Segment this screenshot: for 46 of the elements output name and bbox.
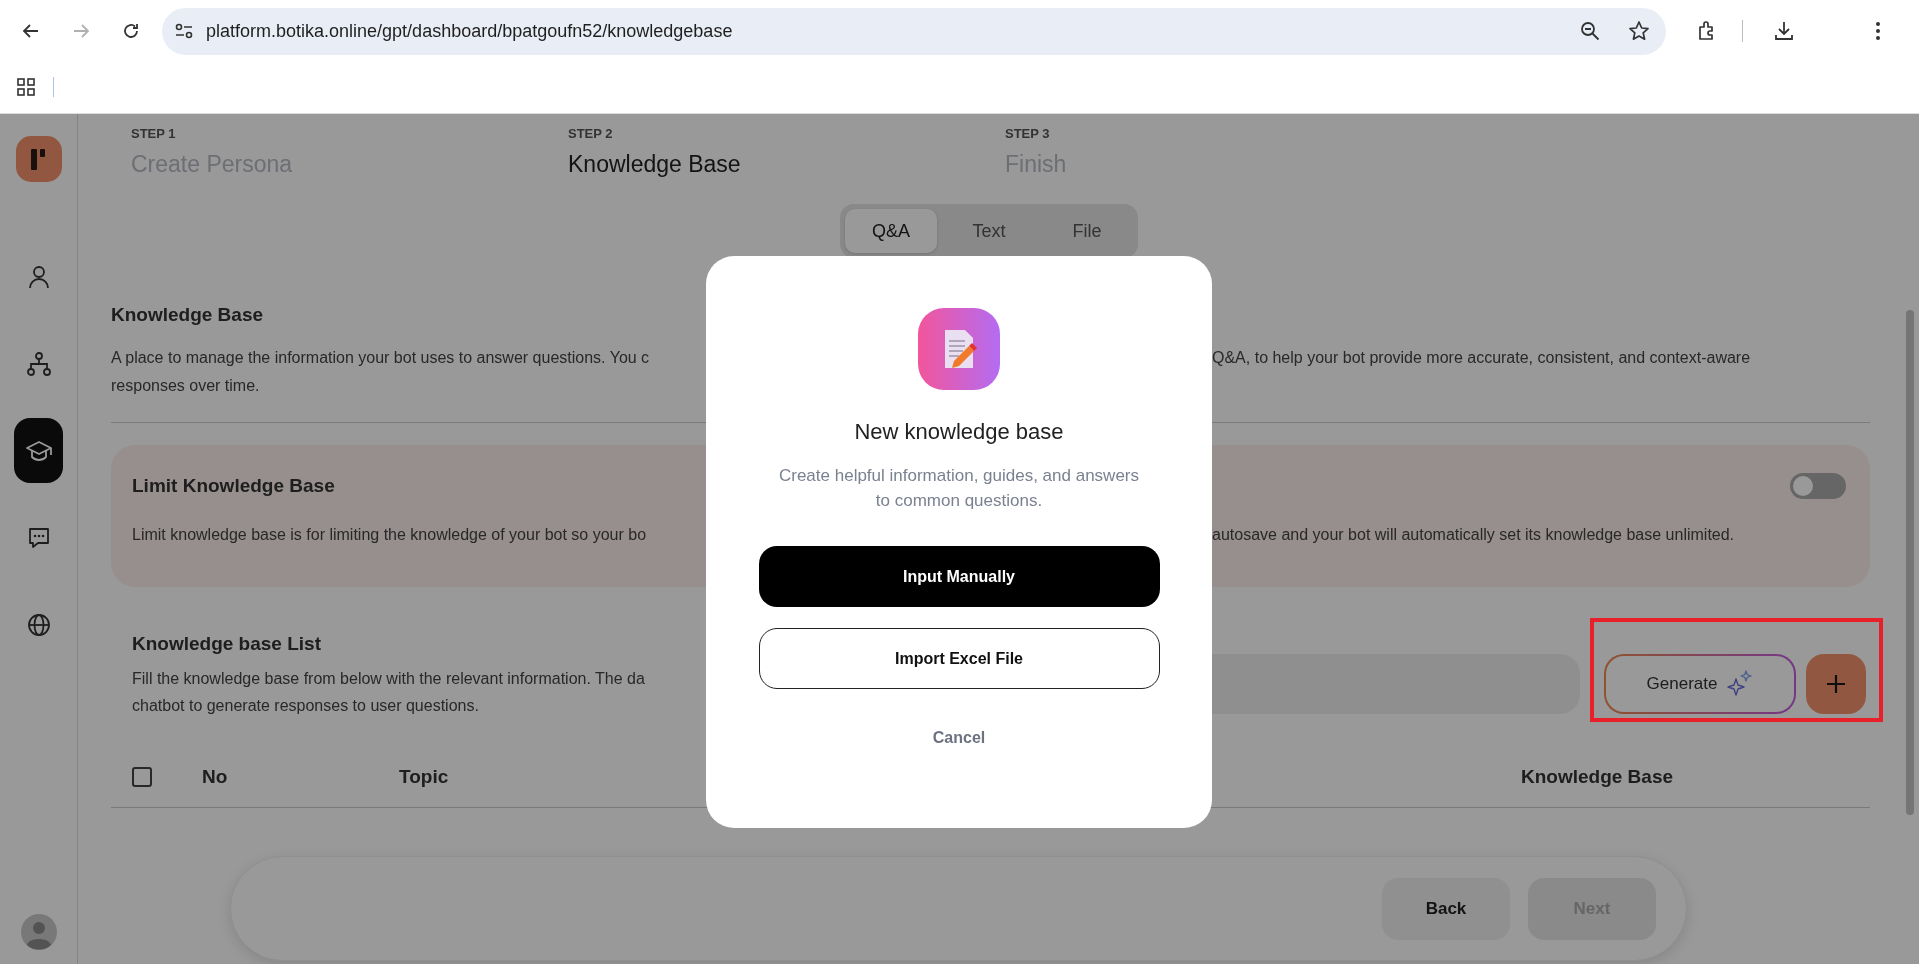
user-avatar[interactable] xyxy=(20,914,57,950)
description-text: chatbot to generate responses to user questions. xyxy=(132,696,479,716)
tab[interactable]: File xyxy=(1041,209,1133,253)
tab[interactable]: Text xyxy=(943,209,1035,253)
cancel-button[interactable]: Cancel xyxy=(932,729,986,747)
card-title: Limit Knowledge Base xyxy=(132,475,335,497)
limit-toggle[interactable] xyxy=(1790,473,1846,499)
app-logo[interactable] xyxy=(15,136,62,182)
menu-icon[interactable] xyxy=(1875,21,1881,41)
description-text: A place to manage the information your bot uses to answer questions. You c xyxy=(111,348,650,368)
description-text: Q&A, to help your bot provide more accurate, consistent, and context-aware xyxy=(1212,348,1751,368)
scrollbar-thumb[interactable] xyxy=(1906,310,1914,815)
site-settings-icon[interactable] xyxy=(174,22,194,40)
apps-icon[interactable] xyxy=(17,78,35,96)
back-button[interactable]: Back xyxy=(1382,877,1510,940)
description-text: responses over time. xyxy=(111,376,260,396)
list-title: Knowledge base List xyxy=(132,633,321,655)
dialog-title: New knowledge base xyxy=(854,419,1064,445)
tab[interactable]: Q&A xyxy=(845,209,937,253)
generate-button[interactable]: Generate xyxy=(1604,654,1796,714)
globe-icon xyxy=(25,611,52,638)
plus-icon xyxy=(1825,673,1847,695)
step-label: STEP 2 xyxy=(568,126,613,141)
step-title[interactable]: Knowledge Base xyxy=(568,151,741,178)
step-label: STEP 3 xyxy=(1005,126,1050,141)
dialog-description: Create helpful information, guides, and answers to common questions. xyxy=(777,465,1140,512)
description-text: Limit knowledge base is for limiting the knowledge of your bot so your bo xyxy=(132,525,647,545)
bookmark-star-icon[interactable] xyxy=(1628,20,1650,42)
secondary-button[interactable]: Import Excel File xyxy=(758,628,1160,689)
document-edit-icon xyxy=(918,308,1000,390)
description-text: autosave and your bot will automatically set its knowledge base unlimited. xyxy=(1212,525,1735,545)
select-all-checkbox[interactable] xyxy=(132,767,152,787)
primary-button[interactable]: Input Manually xyxy=(758,546,1160,607)
column-header: Knowledge Base xyxy=(1521,766,1674,787)
download-icon[interactable] xyxy=(1773,20,1795,42)
section-title: Knowledge Base xyxy=(111,304,264,326)
address-bar[interactable]: platform.botika.online/gpt/dashboard/bpatgoufn52/knowledgebase xyxy=(162,7,1666,55)
sidebar-knowledge-item[interactable] xyxy=(14,418,63,483)
hierarchy-icon xyxy=(25,350,52,377)
step-label: STEP 1 xyxy=(131,126,176,141)
zoom-icon[interactable] xyxy=(1580,21,1600,41)
column-header: No xyxy=(202,766,228,787)
url-text: platform.botika.online/gpt/dashboard/bpatgoufn52/knowledgebase xyxy=(206,20,733,42)
reload-icon xyxy=(121,21,141,41)
column-header: Topic xyxy=(399,766,449,787)
description-text: Fill the knowledge base from below with the relevant information. The da xyxy=(132,669,645,689)
